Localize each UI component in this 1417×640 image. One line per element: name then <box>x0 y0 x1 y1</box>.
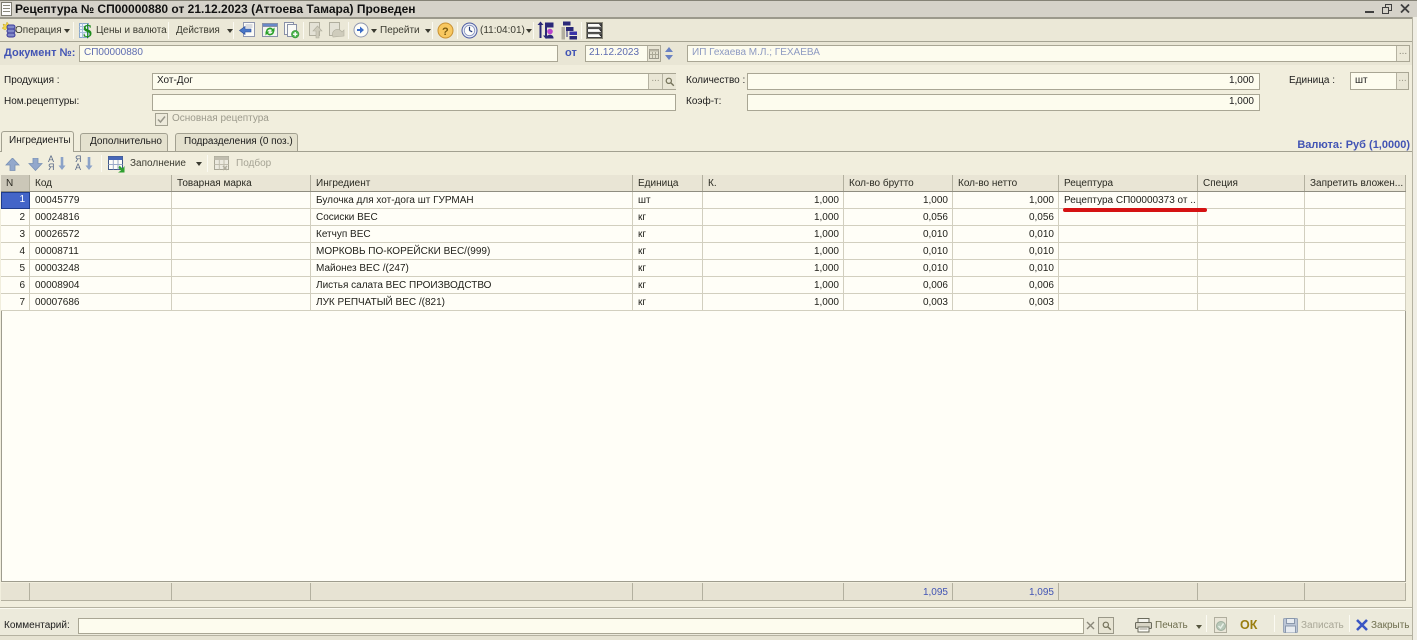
svg-text:$: $ <box>83 22 92 39</box>
svg-text:?: ? <box>442 26 449 38</box>
